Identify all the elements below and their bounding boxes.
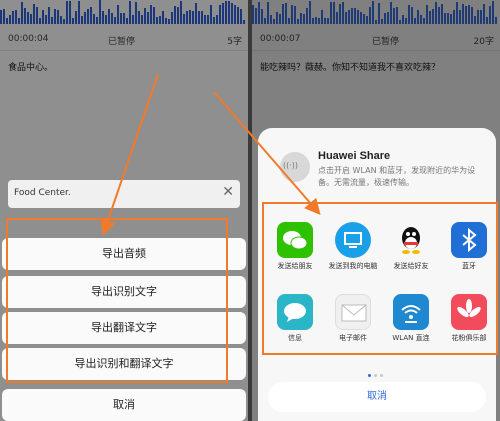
share-description: 点击开启 WLAN 和蓝牙，发现附近的华为设备。无需流量，极速传输。 (318, 166, 476, 187)
share-title: Huawei Share (318, 150, 391, 162)
annotation-highlight-box (262, 202, 498, 355)
translation-text: Food Center. (14, 188, 71, 198)
page-indicator (368, 362, 386, 381)
annotation-highlight-box (6, 218, 228, 383)
cancel-button[interactable]: 取消 (2, 389, 246, 421)
close-icon[interactable]: ✕ (222, 184, 234, 200)
translation-card: Food Center. ✕ (8, 180, 240, 208)
cancel-button[interactable]: 取消 (268, 382, 486, 412)
right-screen: 00:00:07 已暂停 20字 能吃辣吗？薇赫。你知不知道我不喜欢吃辣？ Hu… (252, 0, 500, 421)
huawei-share-icon (280, 152, 310, 182)
left-screen: 00:00:04 已暂停 5字 食品中心。 Food Center. ✕ 导出音… (0, 0, 248, 421)
